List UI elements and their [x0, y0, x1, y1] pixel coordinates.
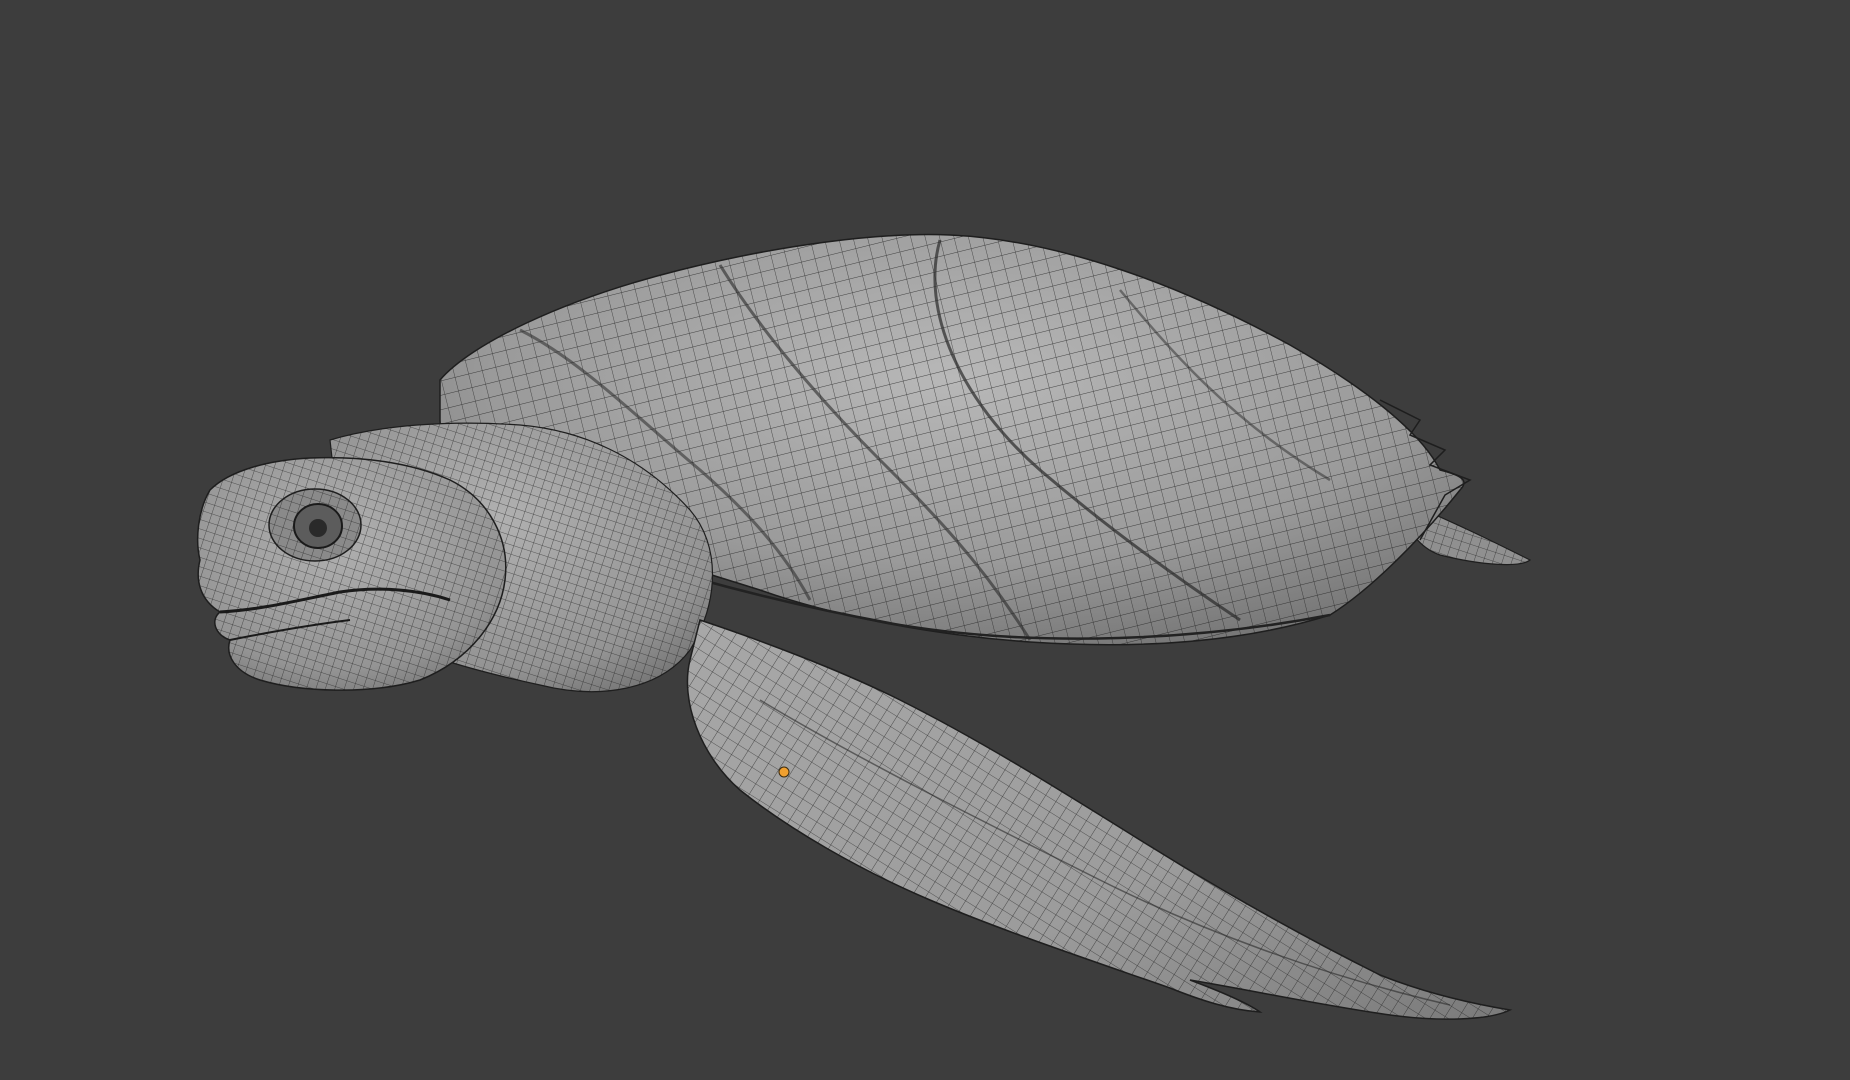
front-flipper[interactable] — [686, 619, 1513, 1020]
head[interactable] — [196, 456, 507, 691]
viewport-canvas[interactable] — [0, 0, 1850, 1080]
object-origin-point[interactable] — [778, 766, 790, 778]
eye[interactable] — [268, 488, 362, 562]
3d-viewport[interactable] — [0, 0, 1850, 1080]
